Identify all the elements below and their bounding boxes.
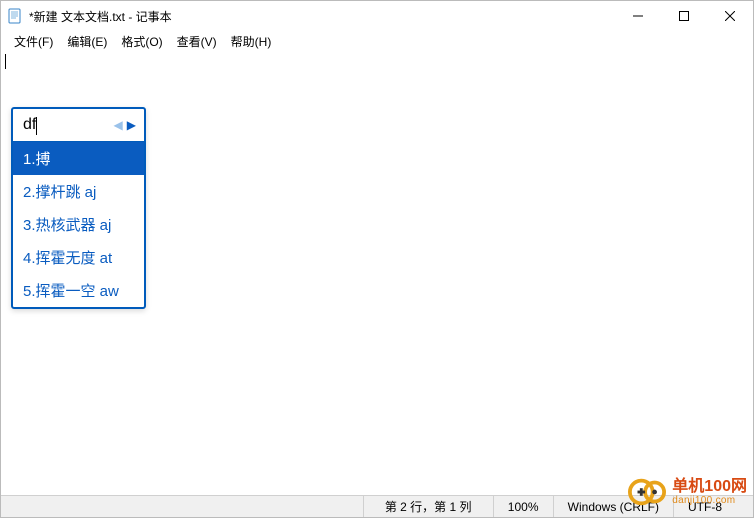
ime-candidate-1[interactable]: 1.搏 [13,142,144,175]
ime-candidate-4[interactable]: 4.挥霍无度 at [13,241,144,274]
text-cursor [5,54,6,69]
ime-page-arrows: ◀ ▶ [114,119,136,131]
menu-format[interactable]: 格式(O) [114,31,169,52]
menu-edit[interactable]: 编辑(E) [60,31,114,52]
ime-typed-text: df [23,116,36,134]
ime-candidate-list: 1.搏 2.撑杆跳 aj 3.热核武器 aj 4.挥霍无度 at 5.挥霍一空 … [13,142,144,307]
statusbar-spacer [1,496,363,517]
maximize-button[interactable] [661,1,707,31]
menubar: 文件(F) 编辑(E) 格式(O) 查看(V) 帮助(H) [1,31,753,51]
ime-input-row: df ◀ ▶ [13,109,144,142]
ime-candidate-2[interactable]: 2.撑杆跳 aj [13,175,144,208]
close-button[interactable] [707,1,753,31]
minimize-button[interactable] [615,1,661,31]
status-eol: Windows (CRLF) [553,496,673,517]
menu-help[interactable]: 帮助(H) [224,31,279,52]
ime-candidate-3[interactable]: 3.热核武器 aj [13,208,144,241]
notepad-app-icon [7,8,23,24]
status-zoom: 100% [493,496,553,517]
statusbar: 第 2 行，第 1 列 100% Windows (CRLF) UTF-8 [1,495,753,517]
ime-next-page-icon[interactable]: ▶ [127,119,136,131]
ime-prev-page-icon[interactable]: ◀ [114,119,123,131]
titlebar: *新建 文本文档.txt - 记事本 [1,1,753,31]
status-encoding: UTF-8 [673,496,753,517]
window-title: *新建 文本文档.txt - 记事本 [29,8,615,25]
menu-view[interactable]: 查看(V) [170,31,224,52]
ime-candidate-window: df ◀ ▶ 1.搏 2.撑杆跳 aj 3.热核武器 aj 4.挥霍无度 at … [11,107,146,309]
menu-file[interactable]: 文件(F) [7,31,60,52]
ime-candidate-5[interactable]: 5.挥霍一空 aw [13,274,144,307]
status-position: 第 2 行，第 1 列 [363,496,493,517]
window-controls [615,1,753,31]
